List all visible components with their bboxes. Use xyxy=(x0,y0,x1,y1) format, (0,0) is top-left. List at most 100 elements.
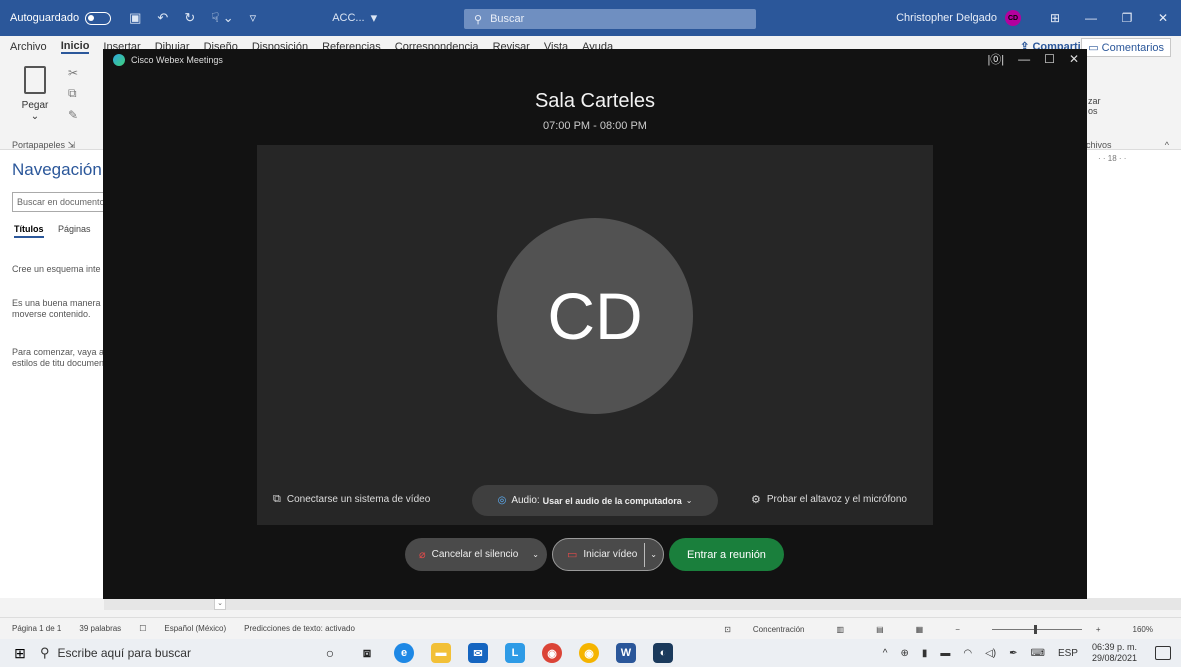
join-meeting-button[interactable]: Entrar a reunión xyxy=(669,538,784,571)
chrome-canary-icon[interactable]: ◉ xyxy=(579,643,599,663)
focus-mode-icon[interactable]: ⊡ xyxy=(724,625,731,634)
zoom-out-icon[interactable]: − xyxy=(955,625,960,634)
pane-splitter[interactable]: ⌄ xyxy=(214,598,226,610)
copy-icon[interactable]: ⧉ xyxy=(68,86,77,101)
ruler: · · 18 · · xyxy=(1086,150,1181,166)
user-name[interactable]: Christopher Delgado xyxy=(896,12,997,24)
tab-inicio[interactable]: Inicio xyxy=(60,40,90,54)
mail-icon[interactable]: ✉ xyxy=(468,643,488,663)
cut-icon[interactable]: ✂ xyxy=(68,66,78,80)
word-icon[interactable]: W xyxy=(616,643,636,663)
network-adapter-icon[interactable]: ⊕ xyxy=(900,648,908,659)
undo-icon[interactable]: ↶ xyxy=(157,10,168,26)
app-l-icon[interactable]: L xyxy=(505,643,525,663)
webex-window: Cisco Webex Meetings |⓪| — ☐ ✕ Sala Cart… xyxy=(103,49,1087,599)
audio-value: Usar el audio de la computadora xyxy=(542,495,682,506)
audio-select[interactable]: ◎ Audio: Usar el audio de la computadora… xyxy=(472,485,718,516)
save-icon[interactable]: ▣ xyxy=(129,10,141,26)
system-tray: ^ ⊕ ▮ ▬ ◠ ◁) ✒ ⌨ ESP 06:39 p. m. 29/08/2… xyxy=(870,639,1137,667)
language-indicator[interactable]: ESP xyxy=(1058,648,1078,659)
microphone-icon[interactable]: ▮ xyxy=(922,648,928,659)
chevron-down-icon[interactable]: ▾ xyxy=(371,10,378,26)
pen-icon[interactable]: ✒ xyxy=(1009,648,1017,659)
page-count[interactable]: Página 1 de 1 xyxy=(12,624,61,633)
collapse-ribbon-icon[interactable]: ^ xyxy=(1165,140,1169,150)
start-video-button[interactable]: ▭ Iniciar vídeo ⌄ xyxy=(552,538,664,571)
redo-icon[interactable]: ↻ xyxy=(184,10,195,26)
unmute-button[interactable]: ⌀ Cancelar el silencio ⌄ xyxy=(405,538,547,571)
webex-header: Cisco Webex Meetings |⓪| — ☐ ✕ xyxy=(103,49,1087,71)
webex-icon[interactable]: ◐ xyxy=(653,643,673,663)
volume-icon[interactable]: ◁) xyxy=(985,648,996,659)
test-audio-label: Probar el altavoz y el micrófono xyxy=(766,494,907,505)
wifi-icon[interactable]: ◠ xyxy=(963,648,972,659)
word-count[interactable]: 39 palabras xyxy=(79,624,121,633)
clock[interactable]: 06:39 p. m. 29/08/2021 xyxy=(1092,642,1137,664)
comments-button[interactable]: ▭ Comentarios xyxy=(1081,38,1171,57)
tab-titulos[interactable]: Títulos xyxy=(14,224,44,238)
task-view-icon[interactable]: ⧈ xyxy=(357,643,377,663)
navigation-help-text-1: Cree un esquema inte documento. xyxy=(12,264,103,274)
minimize-icon[interactable]: — xyxy=(1073,11,1109,25)
document-name[interactable]: ACC... xyxy=(332,12,364,24)
show-hidden-icons-icon[interactable]: ^ xyxy=(883,648,888,659)
meeting-time: 07:00 PM - 08:00 PM xyxy=(543,120,647,132)
chrome-icon[interactable]: ◉ xyxy=(542,643,562,663)
format-painter-icon[interactable]: ✎ xyxy=(68,108,78,122)
document-page[interactable] xyxy=(1086,166,1181,598)
predictions-status[interactable]: Predicciones de texto: activado xyxy=(244,624,355,633)
file-explorer-icon[interactable]: ▬ xyxy=(431,643,451,663)
customize-toolbar-icon[interactable]: ▿ xyxy=(250,10,257,26)
cortana-icon[interactable]: ○ xyxy=(320,643,340,663)
clipboard-group-text: Portapapeles xyxy=(12,140,66,150)
close-icon[interactable]: ✕ xyxy=(1069,52,1079,66)
close-icon[interactable]: ✕ xyxy=(1145,11,1181,25)
maximize-icon[interactable]: ☐ xyxy=(1044,52,1055,66)
webex-window-controls: |⓪| — ☐ ✕ xyxy=(973,51,1079,67)
language-status[interactable]: Español (México) xyxy=(164,624,226,633)
webex-logo-icon xyxy=(113,54,125,66)
minimize-icon[interactable]: — xyxy=(1018,52,1030,66)
ribbon-display-icon[interactable]: ⊞ xyxy=(1037,11,1073,25)
clock-date: 29/08/2021 xyxy=(1091,653,1137,663)
navigation-tabs: Títulos Páginas xyxy=(14,224,91,238)
focus-mode-label[interactable]: Concentración xyxy=(753,625,805,634)
comment-icon: ▭ xyxy=(1088,42,1102,54)
chevron-down-icon[interactable]: ⌄ xyxy=(20,111,50,122)
chevron-down-icon[interactable]: ⌄ xyxy=(532,550,539,559)
windows-start-icon[interactable]: ⊞ xyxy=(0,645,40,662)
word-search-box[interactable]: ⚲ Buscar xyxy=(464,9,756,29)
touch-mode-icon[interactable]: ☟ ⌄ xyxy=(211,10,233,26)
paste-button[interactable]: Pegar ⌄ xyxy=(20,66,50,122)
dialog-launcher-icon[interactable]: ⇲ xyxy=(68,140,76,150)
search-icon: ⚲ xyxy=(40,645,50,660)
ribbon-right-a: zar xyxy=(1088,96,1101,106)
paste-label: Pegar xyxy=(21,100,49,111)
connect-video-system-button[interactable]: ⧉ Conectarse un sistema de vídeo xyxy=(273,493,430,506)
keyboard-icon[interactable]: ⌨ xyxy=(1031,648,1045,659)
proofing-icon[interactable]: ☐ xyxy=(139,624,146,633)
battery-icon[interactable]: ▬ xyxy=(940,648,950,659)
help-icon[interactable]: |⓪| xyxy=(987,51,1004,67)
zoom-in-icon[interactable]: + xyxy=(1096,625,1101,634)
test-audio-button[interactable]: ⚙ Probar el altavoz y el micrófono xyxy=(751,493,907,506)
ribbon-right-group-label: chivos xyxy=(1086,140,1112,150)
print-layout-icon[interactable]: ▤ xyxy=(876,625,884,634)
tab-paginas[interactable]: Páginas xyxy=(58,224,91,234)
chevron-down-icon[interactable]: ⌄ xyxy=(650,550,657,559)
read-mode-icon[interactable]: ▥ xyxy=(837,625,845,634)
navigation-search-input[interactable]: Buscar en documento xyxy=(12,192,103,212)
web-layout-icon[interactable]: ▦ xyxy=(916,625,924,634)
taskbar-search[interactable]: ⚲ Escribe aquí para buscar xyxy=(40,645,300,661)
meeting-title: Sala Carteles xyxy=(534,90,656,112)
zoom-level[interactable]: 160% xyxy=(1133,625,1153,634)
tab-archivo[interactable]: Archivo xyxy=(10,41,47,53)
notifications-icon[interactable] xyxy=(1155,646,1171,660)
comments-label: Comentarios xyxy=(1101,42,1164,54)
edge-icon[interactable]: e xyxy=(394,643,414,663)
user-avatar[interactable]: CD xyxy=(1005,10,1021,26)
restore-icon[interactable]: ❐ xyxy=(1109,11,1145,25)
zoom-slider[interactable] xyxy=(991,624,1082,634)
autosave-toggle[interactable] xyxy=(85,11,112,25)
status-bar-right: ⊡ Concentración ▥ ▤ ▦ − + 160% xyxy=(710,618,1171,640)
